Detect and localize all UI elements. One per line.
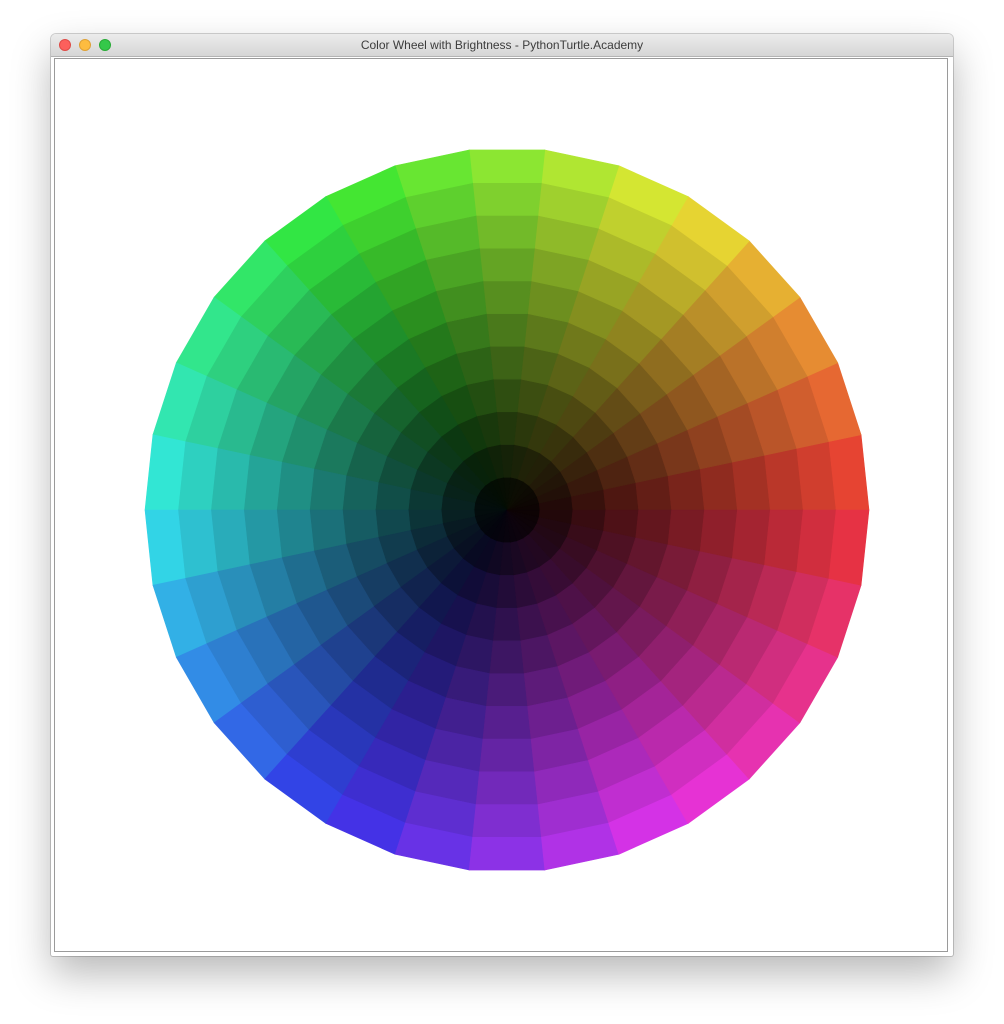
wheel-cell xyxy=(276,509,315,559)
turtle-canvas[interactable] xyxy=(54,58,948,952)
wheel-cell xyxy=(482,280,532,314)
wheel-cell xyxy=(732,454,771,511)
wheel-cell xyxy=(699,461,738,511)
wheel-cell xyxy=(472,182,542,216)
wheel-cell xyxy=(486,313,528,347)
title-bar[interactable]: Color Wheel with Brightness - PythonTurt… xyxy=(51,34,953,57)
wheel-cell xyxy=(243,454,282,511)
wheel-cell xyxy=(243,509,282,566)
wheel-cell xyxy=(468,149,546,184)
wheel-cell xyxy=(486,673,528,707)
wheel-cell xyxy=(468,836,546,871)
color-wheel xyxy=(144,149,870,871)
wheel-cell xyxy=(475,771,539,805)
wheel-cell xyxy=(667,468,705,511)
wheel-cell xyxy=(309,468,347,511)
wheel-cell xyxy=(828,509,870,586)
wheel-cell xyxy=(667,509,705,552)
wheel-cell xyxy=(276,461,315,511)
wheel-cell xyxy=(489,346,525,380)
wheel-cell xyxy=(482,706,532,740)
window-title: Color Wheel with Brightness - PythonTurt… xyxy=(360,38,644,52)
wheel-cell xyxy=(699,509,738,559)
wheel-cell xyxy=(309,509,347,552)
wheel-cell xyxy=(144,509,186,586)
wheel-cell xyxy=(828,434,870,511)
wheel-cell xyxy=(144,434,186,511)
wheel-cell xyxy=(492,607,522,642)
app-window: Color Wheel with Brightness - PythonTurt… xyxy=(51,34,953,956)
wheel-cell xyxy=(479,738,535,773)
wheel-cell xyxy=(732,509,771,566)
wheel-cell xyxy=(492,378,522,413)
wheel-cell xyxy=(489,640,525,674)
wheel-cell xyxy=(472,804,542,838)
wheel-cell xyxy=(479,247,535,282)
wheel-cell xyxy=(475,215,539,249)
